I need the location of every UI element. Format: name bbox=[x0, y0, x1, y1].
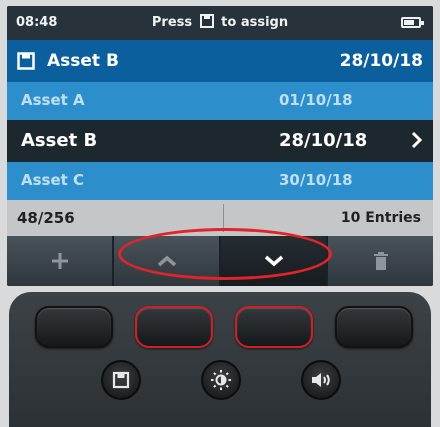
list-item-name: Asset A bbox=[21, 91, 85, 109]
hardware-softkey-3[interactable] bbox=[235, 306, 313, 348]
battery-fill bbox=[404, 20, 414, 25]
brightness-icon bbox=[211, 370, 231, 390]
save-button[interactable] bbox=[101, 360, 141, 400]
volume-button[interactable] bbox=[301, 360, 341, 400]
list-item-date: 28/10/18 bbox=[279, 130, 368, 151]
info-bar: 48/256 10 Entries bbox=[7, 200, 433, 236]
trash-icon bbox=[373, 252, 388, 270]
list-item[interactable]: Asset A 01/10/18 bbox=[7, 82, 433, 120]
assign-hint: Press to assign bbox=[7, 14, 433, 30]
hint-prefix: Press bbox=[151, 15, 193, 30]
scroll-up-softkey[interactable] bbox=[114, 236, 219, 286]
add-softkey[interactable] bbox=[7, 236, 112, 286]
info-divider bbox=[223, 204, 224, 232]
floppy-disk-icon bbox=[17, 52, 35, 70]
chevron-down-icon bbox=[264, 255, 283, 267]
delete-softkey[interactable] bbox=[328, 236, 433, 286]
battery-icon bbox=[401, 17, 424, 28]
list-item-date: 30/10/18 bbox=[279, 171, 353, 189]
volume-icon bbox=[312, 373, 330, 387]
list-item-selected[interactable]: Asset B 28/10/18 bbox=[7, 120, 433, 162]
chevron-right-icon bbox=[411, 131, 423, 149]
status-bar: 08:48 Press to assign bbox=[7, 6, 433, 40]
brightness-button[interactable] bbox=[201, 360, 241, 400]
chevron-up-icon bbox=[157, 255, 176, 267]
entries-total: 10 Entries bbox=[340, 210, 421, 226]
floppy-disk-icon bbox=[199, 14, 214, 28]
device-screen: 08:48 Press to assign Asset B 28/10/18 A… bbox=[7, 6, 433, 286]
hardware-softkey-4[interactable] bbox=[335, 306, 413, 348]
selected-asset-header: Asset B 28/10/18 bbox=[7, 40, 433, 82]
hardware-keypad bbox=[9, 292, 431, 427]
list-item-name: Asset B bbox=[21, 130, 98, 151]
softkey-bar bbox=[7, 236, 433, 286]
scroll-down-softkey[interactable] bbox=[221, 236, 326, 286]
hardware-softkey-1[interactable] bbox=[35, 306, 113, 348]
entry-count: 48/256 bbox=[17, 209, 75, 227]
list-item-name: Asset C bbox=[21, 171, 85, 189]
plus-icon bbox=[51, 253, 68, 269]
list-item-date: 01/10/18 bbox=[279, 91, 353, 109]
list-item[interactable]: Asset C 30/10/18 bbox=[7, 162, 433, 200]
header-asset-date: 28/10/18 bbox=[339, 51, 423, 71]
hardware-softkey-2[interactable] bbox=[135, 306, 213, 348]
header-asset-name: Asset B bbox=[47, 51, 119, 71]
hint-suffix: to assign bbox=[221, 15, 289, 30]
floppy-disk-icon bbox=[112, 371, 130, 389]
